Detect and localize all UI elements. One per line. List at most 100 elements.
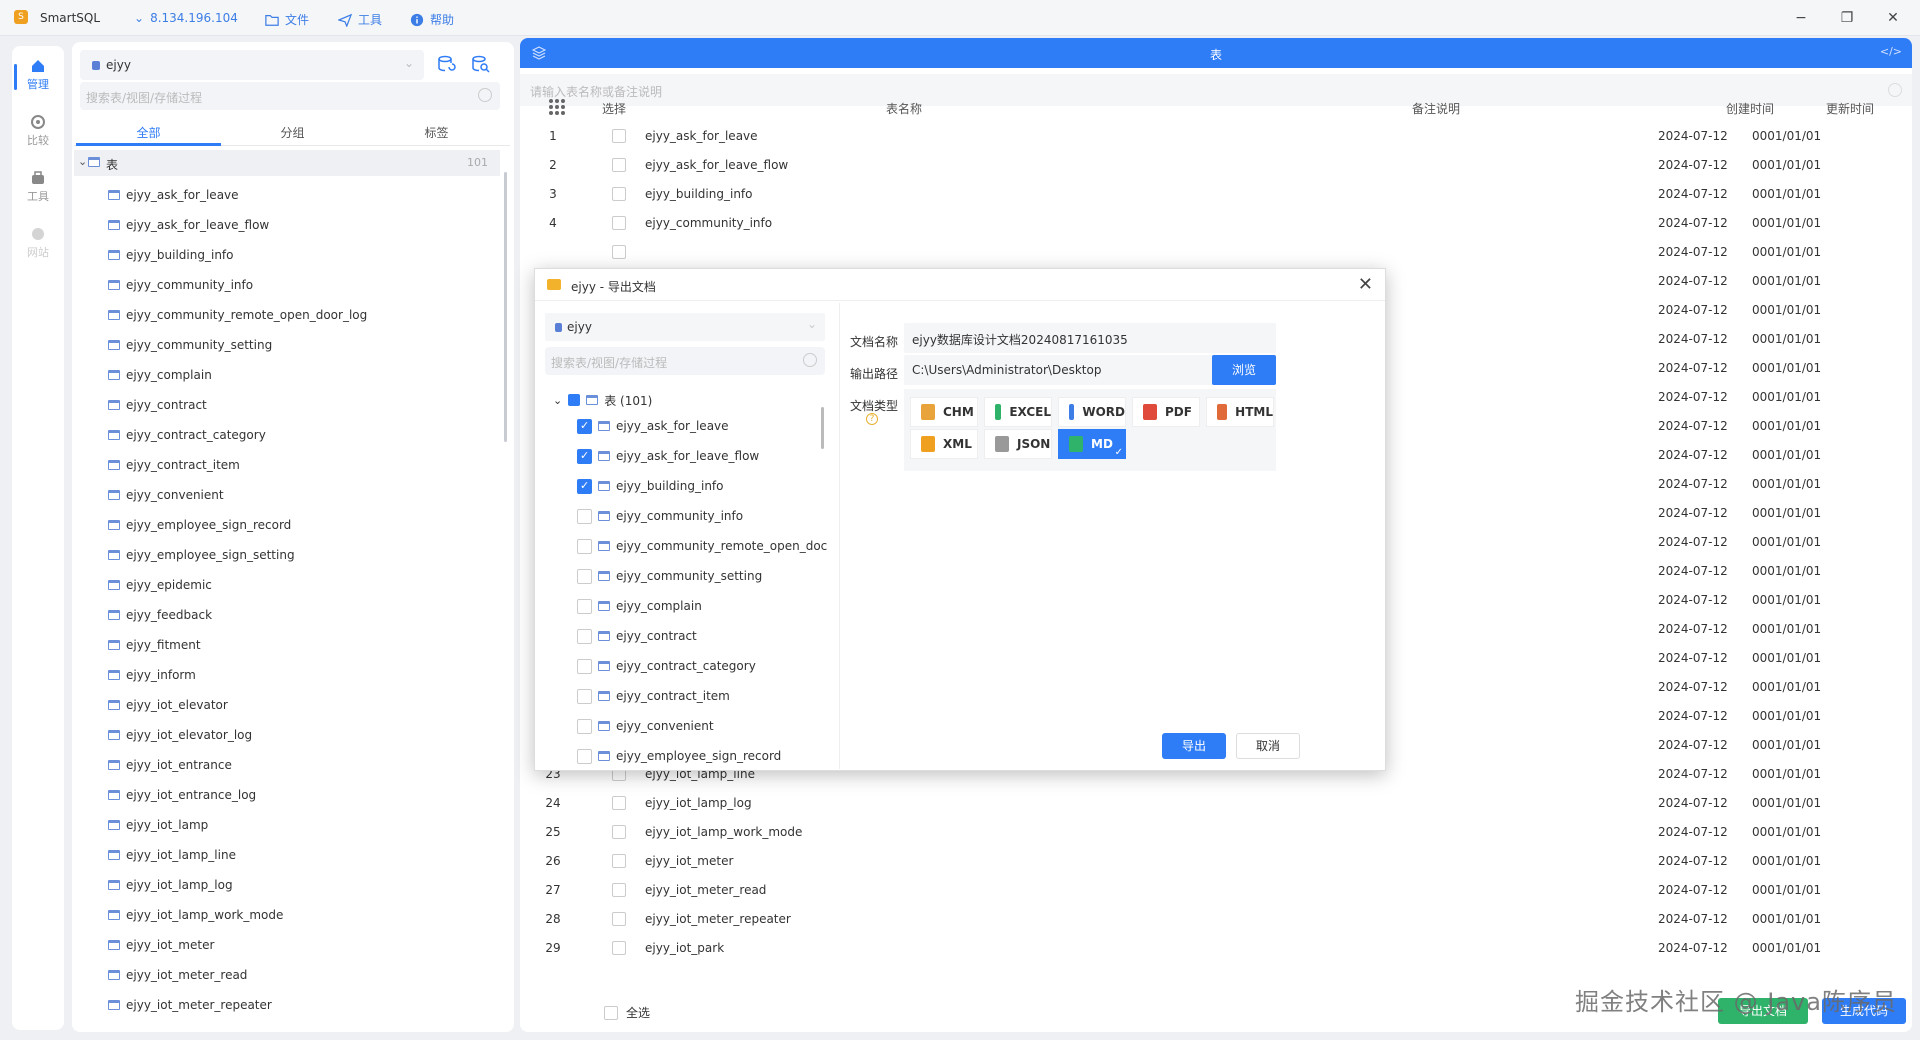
tree-item-table[interactable]: ejyy_building_info: [108, 240, 234, 270]
export-button[interactable]: 导出: [1162, 733, 1226, 759]
format-option-word[interactable]: WORD: [1058, 397, 1126, 427]
table-row[interactable]: 26 ejyy_iot_meter 2024-07-12 0001/01/01: [530, 847, 1902, 876]
row-checkbox[interactable]: [612, 216, 626, 230]
item-checkbox[interactable]: [577, 748, 592, 764]
format-option-md[interactable]: MD: [1058, 429, 1126, 459]
table-row[interactable]: 1 ejyy_ask_for_leave 2024-07-12 0001/01/01: [530, 122, 1902, 151]
tree-item-table[interactable]: ejyy_iot_entrance_log: [108, 780, 256, 810]
item-checkbox[interactable]: [577, 718, 592, 734]
browse-button[interactable]: 浏览: [1212, 355, 1276, 385]
row-checkbox[interactable]: [612, 854, 626, 868]
tree-item-table[interactable]: ejyy_iot_entrance: [108, 750, 232, 780]
format-option-xml[interactable]: XML: [910, 429, 978, 459]
table-row[interactable]: 2 ejyy_ask_for_leave_flow 2024-07-12 0001/0…: [530, 151, 1902, 180]
row-checkbox[interactable]: [612, 245, 626, 259]
dialog-tree-item[interactable]: ejyy_community_setting: [577, 561, 762, 591]
tree-scrollbar[interactable]: [504, 172, 507, 442]
table-row[interactable]: 4 ejyy_community_info 2024-07-12 0001/01/01: [530, 209, 1902, 238]
help-icon[interactable]: ?: [866, 413, 878, 425]
item-checkbox[interactable]: [577, 448, 592, 464]
tree-item-table[interactable]: ejyy_iot_meter: [108, 930, 214, 960]
header-name[interactable]: 表名称: [886, 100, 922, 117]
item-checkbox[interactable]: [577, 478, 592, 494]
row-checkbox[interactable]: [612, 796, 626, 810]
menu-help[interactable]: 帮助: [410, 11, 454, 28]
table-row[interactable]: 29 ejyy_iot_park 2024-07-12 0001/01/01: [530, 934, 1902, 963]
grid-menu-icon[interactable]: [548, 98, 566, 116]
tree-item-table[interactable]: ejyy_iot_meter_repeater: [108, 990, 272, 1020]
tree-item-table[interactable]: ejyy_employee_sign_setting: [108, 540, 295, 570]
dialog-tree-scrollbar[interactable]: [821, 407, 824, 449]
table-search-input[interactable]: 请输入表名称或备注说明: [520, 74, 1912, 106]
nav-manage[interactable]: 管理: [12, 58, 64, 92]
row-checkbox[interactable]: [612, 129, 626, 143]
tree-item-table[interactable]: ejyy_community_setting: [108, 330, 272, 360]
close-icon[interactable]: ✕: [1358, 274, 1373, 295]
root-checkbox[interactable]: [568, 394, 581, 406]
close-window-button[interactable]: ✕: [1878, 8, 1908, 28]
header-created[interactable]: 创建时间: [1726, 100, 1774, 117]
tree-item-table[interactable]: ejyy_iot_lamp_log: [108, 870, 233, 900]
refresh-db-icon[interactable]: [436, 54, 456, 74]
item-checkbox[interactable]: [577, 598, 592, 614]
dialog-db-select[interactable]: ejyy ⌄: [545, 313, 825, 341]
tree-item-table[interactable]: ejyy_iot_lamp: [108, 810, 208, 840]
item-checkbox[interactable]: [577, 418, 592, 434]
tab-tags[interactable]: 标签: [364, 124, 509, 141]
table-row[interactable]: 3 ejyy_building_info 2024-07-12 0001/01/01: [530, 180, 1902, 209]
row-checkbox[interactable]: [612, 158, 626, 172]
minimize-button[interactable]: −: [1786, 8, 1816, 28]
format-option-html[interactable]: HTML: [1206, 397, 1274, 427]
output-path-input[interactable]: C:\Users\Administrator\Desktop: [904, 355, 1224, 385]
database-select[interactable]: ejyy ⌄: [80, 50, 424, 80]
item-checkbox[interactable]: [577, 538, 592, 554]
table-row[interactable]: 24 ejyy_iot_lamp_log 2024-07-12 0001/01/01: [530, 789, 1902, 818]
dialog-tree-item[interactable]: ejyy_complain: [577, 591, 702, 621]
item-checkbox[interactable]: [577, 628, 592, 644]
header-updated[interactable]: 更新时间: [1826, 100, 1874, 117]
tree-item-table[interactable]: ejyy_iot_lamp_work_mode: [108, 900, 283, 930]
row-checkbox[interactable]: [612, 883, 626, 897]
nav-tools[interactable]: 工具: [12, 170, 64, 204]
doc-name-input[interactable]: ejyy数据库设计文档20240817161035: [904, 323, 1276, 353]
row-checkbox[interactable]: [612, 825, 626, 839]
tree-item-table[interactable]: ejyy_ask_for_leave_flow: [108, 210, 269, 240]
dialog-tree-item[interactable]: ejyy_employee_sign_record: [577, 741, 781, 771]
item-checkbox[interactable]: [577, 688, 592, 704]
tree-item-table[interactable]: ejyy_iot_lamp_line: [108, 840, 236, 870]
dialog-tree-item[interactable]: ejyy_contract_item: [577, 681, 730, 711]
table-row[interactable]: 2024-07-12 0001/01/01: [530, 238, 1902, 267]
tree-item-table[interactable]: ejyy_inform: [108, 660, 196, 690]
format-option-chm[interactable]: CHM: [910, 397, 978, 427]
tree-item-table[interactable]: ejyy_feedback: [108, 600, 212, 630]
tab-all[interactable]: 全部: [76, 124, 221, 141]
table-row[interactable]: 27 ejyy_iot_meter_read 2024-07-12 0001/01/0…: [530, 876, 1902, 905]
tree-item-table[interactable]: ejyy_iot_meter_read: [108, 960, 247, 990]
dialog-tree-item[interactable]: ejyy_convenient: [577, 711, 714, 741]
header-comment[interactable]: 备注说明: [1412, 100, 1460, 117]
dialog-tree-item[interactable]: ejyy_contract: [577, 621, 697, 651]
tree-item-table[interactable]: ejyy_contract_category: [108, 420, 266, 450]
table-row[interactable]: 28 ejyy_iot_meter_repeater 2024-07-12 0001/…: [530, 905, 1902, 934]
menu-tools[interactable]: 工具: [338, 11, 382, 28]
tree-item-table[interactable]: ejyy_convenient: [108, 480, 224, 510]
row-checkbox[interactable]: [612, 941, 626, 955]
tree-root-tables[interactable]: ⌄ 表 101: [74, 150, 500, 176]
item-checkbox[interactable]: [577, 658, 592, 674]
tree-item-table[interactable]: ejyy_community_info: [108, 270, 253, 300]
tree-item-table[interactable]: ejyy_iot_elevator_log: [108, 720, 252, 750]
tree-item-table[interactable]: ejyy_community_remote_open_door_log: [108, 300, 367, 330]
table-row[interactable]: 25 ejyy_iot_lamp_work_mode 2024-07-12 0001/…: [530, 818, 1902, 847]
search-db-icon[interactable]: [470, 54, 490, 74]
tree-item-table[interactable]: ejyy_epidemic: [108, 570, 212, 600]
dialog-tree-item[interactable]: ejyy_ask_for_leave: [577, 411, 729, 441]
row-checkbox[interactable]: [612, 912, 626, 926]
tree-item-table[interactable]: ejyy_complain: [108, 360, 212, 390]
dialog-tree-item[interactable]: ejyy_building_info: [577, 471, 724, 501]
format-option-pdf[interactable]: PDF: [1132, 397, 1200, 427]
dialog-tree-item[interactable]: ejyy_ask_for_leave_flow: [577, 441, 759, 471]
tree-item-table[interactable]: ejyy_ask_for_leave: [108, 180, 239, 210]
code-icon[interactable]: </>: [1880, 45, 1902, 58]
format-option-excel[interactable]: EXCEL: [984, 397, 1052, 427]
connection-selector[interactable]: ⌄ 8.134.196.104: [134, 11, 238, 25]
